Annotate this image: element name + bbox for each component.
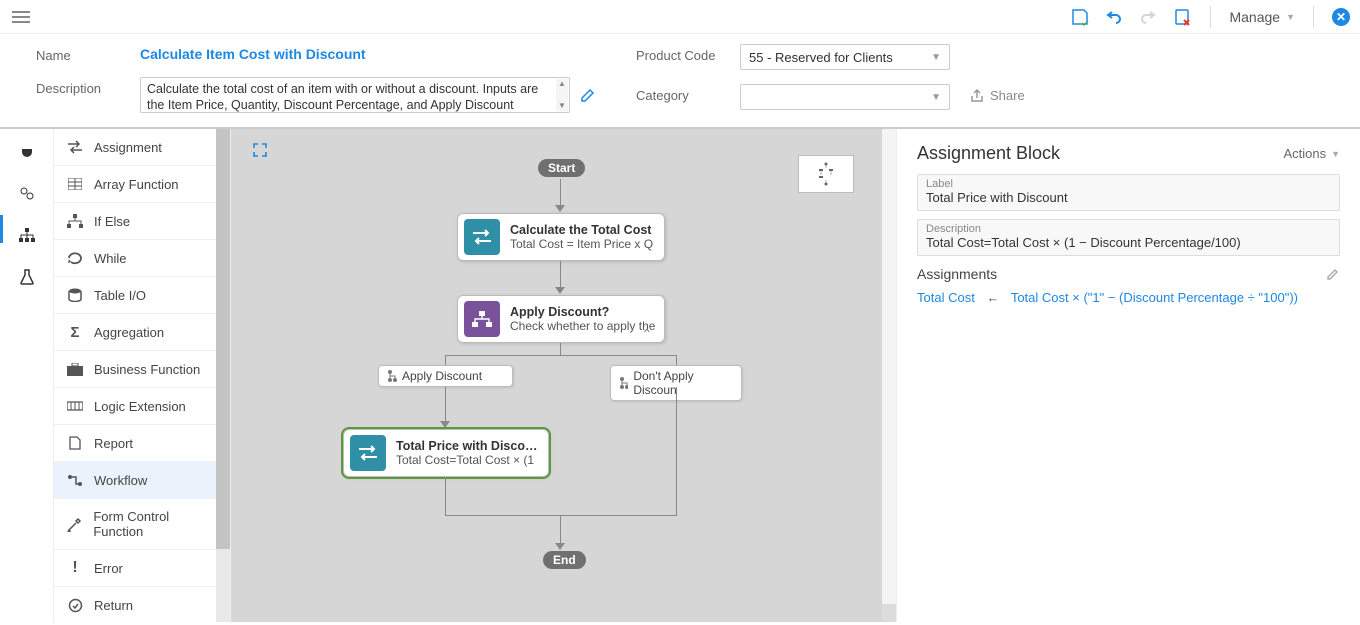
rail-gears-icon[interactable]: [17, 183, 37, 203]
inspector-actions-dropdown[interactable]: Actions ▼: [1283, 146, 1340, 161]
delete-icon[interactable]: [1172, 7, 1192, 27]
inspector-title: Assignment Block: [917, 143, 1060, 164]
branch-apply-discount[interactable]: Apply Discount: [378, 365, 513, 387]
node-apply-discount-question[interactable]: Apply Discount? Check whether to apply t…: [457, 295, 665, 343]
block-palette: Assignment Array Function If Else While …: [54, 129, 231, 622]
inspector-label-field[interactable]: Label Total Price with Discount: [917, 174, 1340, 211]
doc-icon: [66, 435, 84, 451]
edit-description-icon[interactable]: [580, 87, 596, 103]
category-select[interactable]: ▼: [740, 84, 950, 110]
redo-icon[interactable]: [1138, 7, 1158, 27]
db-icon: [66, 287, 84, 303]
workflow-icon: [66, 472, 84, 488]
inspector-description-field[interactable]: Description Total Cost=Total Cost × (1 −…: [917, 219, 1340, 256]
category-label: Category: [636, 84, 720, 103]
edit-assignments-icon[interactable]: [1326, 267, 1340, 281]
flow-canvas[interactable]: Start Calculate the Total Cost Total Cos…: [231, 129, 882, 622]
start-node[interactable]: Start: [538, 159, 585, 177]
assign-arrow-icon: ←: [986, 290, 999, 305]
undo-icon[interactable]: [1104, 7, 1124, 27]
palette-item-return[interactable]: Return: [54, 587, 230, 622]
end-node[interactable]: End: [543, 551, 586, 569]
close-icon[interactable]: ✕: [1332, 8, 1350, 26]
palette-item-form-control-function[interactable]: Form Control Function: [54, 499, 230, 550]
canvas-scrollbar[interactable]: [882, 129, 896, 622]
palette-item-assignment[interactable]: Assignment: [54, 129, 230, 166]
palette-item-aggregation[interactable]: Σ Aggregation: [54, 314, 230, 351]
name-value: Calculate Item Cost with Discount: [140, 46, 366, 62]
ext-icon: [66, 398, 84, 414]
product-code-label: Product Code: [636, 44, 720, 63]
palette-item-table-io[interactable]: Table I/O: [54, 277, 230, 314]
palette-item-business-function[interactable]: Business Function: [54, 351, 230, 388]
ifelse-node-icon: [464, 301, 500, 337]
palette-item-report[interactable]: Report: [54, 425, 230, 462]
hamburger-menu-icon[interactable]: [12, 6, 34, 28]
palette-item-workflow[interactable]: Workflow: [54, 462, 230, 499]
grid-icon: [66, 176, 84, 192]
briefcase-icon: [66, 361, 84, 377]
tools-icon: [66, 516, 83, 532]
palette-item-error[interactable]: ! Error: [54, 550, 230, 587]
palette-item-logic-extension[interactable]: Logic Extension: [54, 388, 230, 425]
rail-plug-icon[interactable]: [17, 141, 37, 161]
swap-icon: [66, 139, 84, 155]
node-collapse-caret[interactable]: ⌃: [641, 326, 653, 343]
description-scrollbar[interactable]: ▲▼: [556, 79, 568, 111]
rail-hierarchy-icon[interactable]: [17, 225, 37, 245]
branch-icon: [66, 213, 84, 229]
rail-flask-icon[interactable]: [17, 267, 37, 287]
share-button[interactable]: Share: [970, 88, 1025, 103]
assignment-node-icon: [464, 219, 500, 255]
loop-icon: [66, 250, 84, 266]
description-label: Description: [36, 77, 120, 96]
node-calculate-total-cost[interactable]: Calculate the Total Cost Total Cost = It…: [457, 213, 665, 261]
assignment-node-icon: [350, 435, 386, 471]
name-label: Name: [36, 44, 120, 63]
assignment-expression[interactable]: Total Cost ← Total Cost × ("1" − (Discou…: [917, 290, 1340, 305]
description-field[interactable]: Calculate the total cost of an item with…: [140, 77, 570, 113]
palette-item-while[interactable]: While: [54, 240, 230, 277]
sigma-icon: Σ: [66, 324, 84, 340]
inspector-panel: Assignment Block Actions ▼ Label Total P…: [896, 129, 1360, 622]
manage-label: Manage: [1229, 9, 1280, 25]
expand-canvas-icon[interactable]: [253, 143, 267, 157]
save-icon[interactable]: [1070, 7, 1090, 27]
palette-item-array-function[interactable]: Array Function: [54, 166, 230, 203]
product-code-select[interactable]: 55 - Reserved for Clients ▼: [740, 44, 950, 70]
node-total-price-with-discount[interactable]: Total Price with Discount Total Cost=Tot…: [343, 429, 549, 477]
manage-dropdown[interactable]: Manage ▼: [1229, 9, 1295, 25]
assignments-header: Assignments: [917, 266, 997, 282]
return-icon: [66, 597, 84, 613]
minimap[interactable]: [798, 155, 854, 193]
palette-item-if-else[interactable]: If Else: [54, 203, 230, 240]
exclaim-icon: !: [66, 560, 84, 576]
